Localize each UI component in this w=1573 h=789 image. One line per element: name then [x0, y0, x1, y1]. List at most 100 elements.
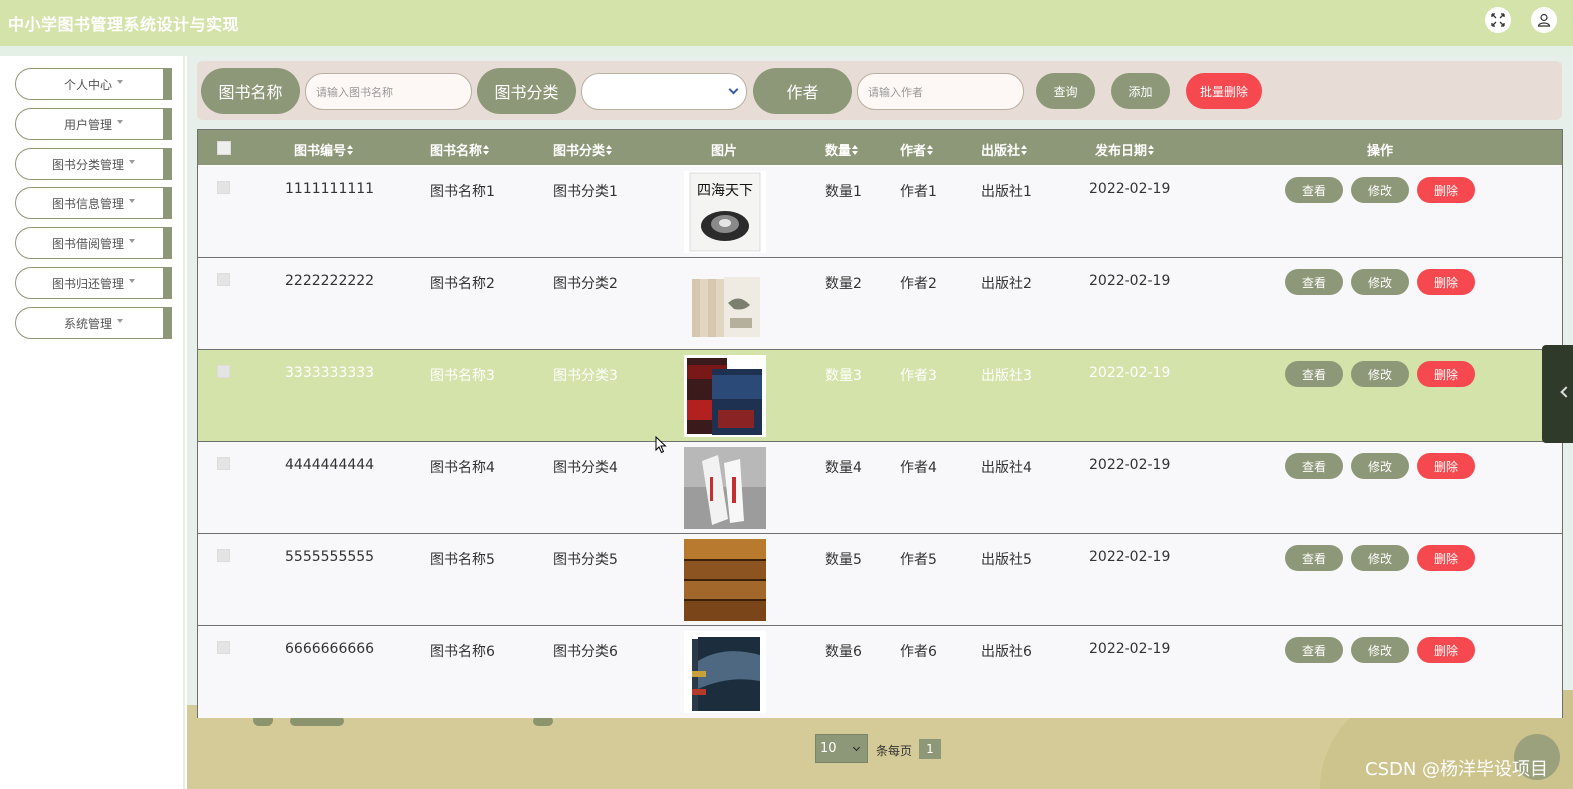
book-name-input[interactable]: 请输入图书名称: [305, 73, 472, 110]
delete-button[interactable]: 删除: [1417, 177, 1475, 203]
select-all-checkbox[interactable]: [217, 141, 231, 155]
edit-button[interactable]: 修改: [1351, 177, 1409, 203]
sidebar-item-accent: [163, 69, 171, 99]
sort-icon: [1148, 145, 1155, 155]
page-button-current[interactable]: 1: [919, 739, 941, 759]
cell-name: 图书名称4: [430, 460, 495, 476]
view-button[interactable]: 查看: [1285, 361, 1343, 387]
sidebar-item-accent: [163, 268, 171, 298]
header-label: 图书名称: [430, 144, 483, 159]
edit-button[interactable]: 修改: [1351, 269, 1409, 295]
edit-button[interactable]: 修改: [1351, 453, 1409, 479]
sidebar-item-borrow-management[interactable]: 图书借阅管理: [15, 227, 172, 259]
sidebar-item-user-management[interactable]: 用户管理: [15, 108, 172, 140]
author-label: 作者: [753, 68, 852, 114]
table-header: 图书编号 图书名称 图书分类 图片 数量 作者 出版社 发布日期 操作: [198, 130, 1562, 165]
delete-button[interactable]: 删除: [1417, 453, 1475, 479]
edit-button[interactable]: 修改: [1351, 637, 1409, 663]
book-cover-image: [684, 539, 766, 621]
sort-icon: [1021, 145, 1028, 155]
cell-category: 图书分类1: [553, 184, 618, 200]
fullscreen-icon[interactable]: [1485, 7, 1511, 33]
side-drawer-toggle[interactable]: [1542, 345, 1573, 443]
books-table: 图书编号 图书名称 图书分类 图片 数量 作者 出版社 发布日期 操作 1111…: [197, 129, 1563, 718]
cell-quantity: 数量3: [825, 368, 862, 384]
search-bar: 图书名称 请输入图书名称 图书分类 作者 请输入作者 查询 添加 批量删除: [197, 61, 1562, 120]
sidebar: 个人中心 用户管理 图书分类管理 图书信息管理 图书借阅管理 图书归还管理 系统…: [0, 56, 185, 789]
cell-author: 作者1: [900, 184, 937, 200]
cell-name: 图书名称5: [430, 552, 495, 568]
cover-title: 四海天下: [697, 183, 753, 199]
delete-button[interactable]: 删除: [1417, 545, 1475, 571]
add-button[interactable]: 添加: [1111, 73, 1170, 109]
column-header-category[interactable]: 图书分类: [553, 140, 613, 159]
column-header-date[interactable]: 发布日期: [1095, 140, 1155, 159]
view-button[interactable]: 查看: [1285, 177, 1343, 203]
sidebar-item-accent: [163, 188, 171, 218]
author-input[interactable]: 请输入作者: [857, 73, 1024, 110]
view-button[interactable]: 查看: [1285, 637, 1343, 663]
cell-author: 作者2: [900, 276, 937, 292]
cell-code: 3333333333: [285, 365, 375, 381]
sidebar-item-personal-center[interactable]: 个人中心: [15, 68, 172, 100]
user-icon[interactable]: [1531, 7, 1557, 33]
view-button[interactable]: 查看: [1285, 453, 1343, 479]
edit-button[interactable]: 修改: [1351, 545, 1409, 571]
cell-category: 图书分类5: [553, 552, 618, 568]
table-row: 1111111111 图书名称1 图书分类1 四海天下 数量1 作者1 出版社1…: [198, 166, 1562, 258]
sidebar-item-label: 图书借阅管理: [51, 236, 124, 251]
cell-name: 图书名称3: [430, 368, 495, 384]
row-checkbox[interactable]: [217, 641, 230, 654]
column-header-author[interactable]: 作者: [900, 140, 934, 159]
delete-button[interactable]: 删除: [1417, 361, 1475, 387]
column-header-code[interactable]: 图书编号: [294, 140, 354, 159]
caret-down-icon: [129, 239, 135, 243]
query-button[interactable]: 查询: [1036, 73, 1095, 109]
sidebar-item-return-management[interactable]: 图书归还管理: [15, 267, 172, 299]
column-header-name[interactable]: 图书名称: [430, 140, 490, 159]
cell-quantity: 数量1: [825, 184, 862, 200]
per-page-label: 条每页: [876, 744, 913, 758]
caret-down-icon: [129, 160, 135, 164]
delete-button[interactable]: 删除: [1417, 269, 1475, 295]
cell-name: 图书名称1: [430, 184, 495, 200]
row-checkbox[interactable]: [217, 457, 230, 470]
row-checkbox[interactable]: [217, 181, 230, 194]
sidebar-item-label: 图书归还管理: [51, 276, 124, 291]
column-header-publisher[interactable]: 出版社: [981, 140, 1028, 159]
sort-icon: [483, 145, 490, 155]
book-category-label: 图书分类: [477, 68, 576, 114]
cell-author: 作者6: [900, 644, 937, 660]
cell-date: 2022-02-19: [1089, 457, 1171, 473]
sidebar-item-system-management[interactable]: 系统管理: [15, 307, 172, 339]
page-size-select[interactable]: 10: [815, 734, 868, 763]
cell-date: 2022-02-19: [1089, 641, 1171, 657]
sort-icon: [606, 145, 613, 155]
column-header-quantity[interactable]: 数量: [825, 140, 859, 159]
cell-code: 2222222222: [285, 273, 375, 289]
view-button[interactable]: 查看: [1285, 545, 1343, 571]
cell-publisher: 出版社3: [981, 368, 1032, 384]
row-checkbox[interactable]: [217, 273, 230, 286]
cell-date: 2022-02-19: [1089, 181, 1171, 197]
view-button[interactable]: 查看: [1285, 269, 1343, 295]
book-cover-image: [684, 263, 766, 345]
caret-down-icon: [129, 279, 135, 283]
sidebar-item-book-info-management[interactable]: 图书信息管理: [15, 187, 172, 219]
cell-publisher: 出版社2: [981, 276, 1032, 292]
header-underline: [0, 46, 1573, 56]
row-checkbox[interactable]: [217, 365, 230, 378]
header-label: 发布日期: [1095, 144, 1148, 159]
cell-category: 图书分类6: [553, 644, 618, 660]
cell-code: 5555555555: [285, 549, 375, 565]
book-name-label: 图书名称: [201, 68, 300, 114]
batch-delete-button[interactable]: 批量删除: [1186, 73, 1262, 109]
delete-button[interactable]: 删除: [1417, 637, 1475, 663]
sidebar-item-accent: [163, 308, 171, 338]
edit-button[interactable]: 修改: [1351, 361, 1409, 387]
sort-icon: [927, 145, 934, 155]
row-checkbox[interactable]: [217, 549, 230, 562]
book-category-select[interactable]: [581, 73, 747, 110]
cell-publisher: 出版社5: [981, 552, 1032, 568]
sidebar-item-category-management[interactable]: 图书分类管理: [15, 148, 172, 180]
